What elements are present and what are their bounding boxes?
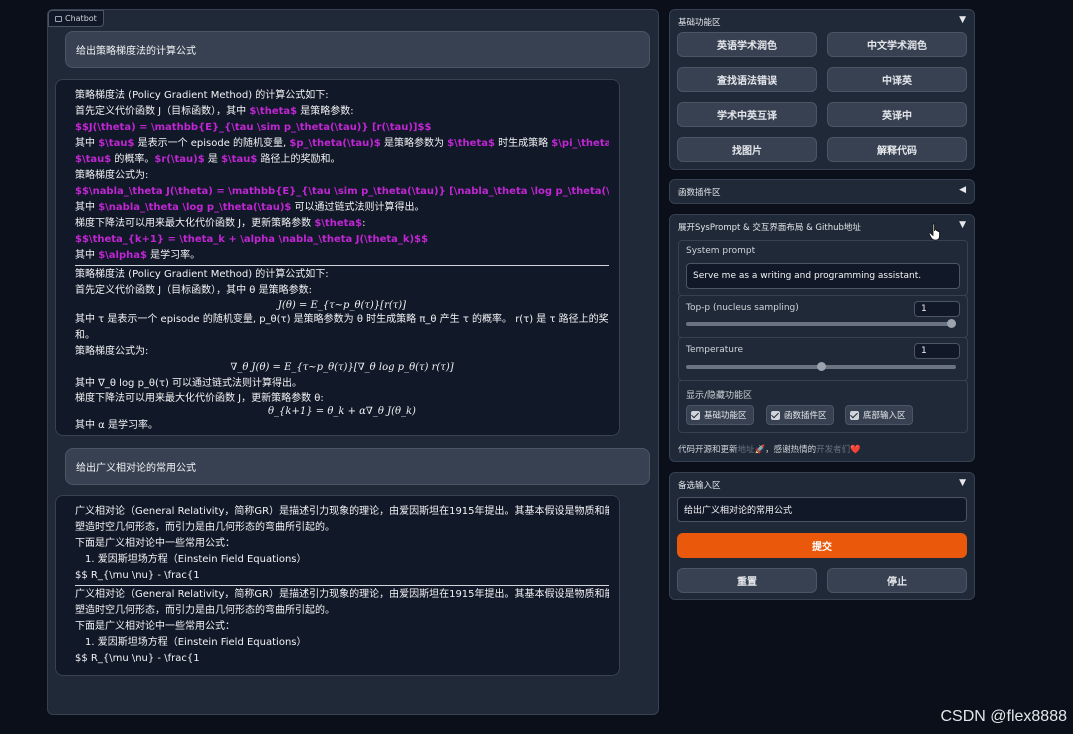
plugin-panel[interactable]: 函数插件区 ◀ — [669, 179, 975, 204]
footer-note: 代码开源和更新地址🚀，感谢热情的开发者们❤️ — [678, 445, 861, 455]
chat-icon — [55, 15, 62, 22]
top-p-slider-track[interactable] — [686, 322, 956, 326]
chatbot-tab: Chatbot — [48, 10, 104, 27]
user-message: 给出策略梯度法的计算公式 — [65, 31, 650, 68]
equation: θ_{k+1} = θ_k + α∇_θ J(θ_k) — [268, 406, 416, 417]
checkbox-checked-icon — [691, 410, 700, 420]
expand-caret-icon[interactable]: ◀ — [959, 185, 966, 195]
contributors-link[interactable]: 开发者们 — [816, 445, 850, 455]
divider — [75, 585, 609, 586]
top-p-slider-thumb[interactable] — [947, 319, 956, 328]
bot-message-policy-gradient: 策略梯度法 (Policy Gradient Method) 的计算公式如下: … — [55, 79, 620, 436]
checkbox-checked-icon — [850, 410, 859, 420]
hand-cursor-icon — [928, 223, 940, 241]
equation: J(θ) = E_{τ~p_θ(τ)}[r(τ)] — [277, 300, 407, 311]
user-message: 给出广义相对论的常用公式 — [65, 448, 650, 485]
top-p-block: Top-p (nucleus sampling) 1 — [678, 295, 968, 338]
temperature-slider-thumb[interactable] — [816, 362, 826, 371]
equation: ∇_θ J(θ) = E_{τ~p_θ(τ)}[∇_θ log p_θ(τ) r… — [230, 362, 454, 373]
repo-link[interactable]: 地址 — [738, 445, 755, 455]
collapse-caret-icon[interactable]: ▼ — [959, 478, 966, 488]
toggle-block: 显示/隐藏功能区 基础功能区 函数插件区 底部输入区 — [678, 380, 968, 433]
top-p-number[interactable]: 1 — [914, 301, 960, 317]
watermark: CSDN @flex8888 — [940, 708, 1067, 725]
alt-input-field[interactable]: 给出广义相对论的常用公式 — [677, 497, 967, 522]
sysprompt-panel: 展开SysPrompt & 交互界面布局 & Github地址 ▼ System… — [669, 214, 975, 462]
btn-explain-code[interactable]: 解释代码 — [827, 137, 967, 162]
btn-zh-to-en[interactable]: 中译英 — [827, 67, 967, 92]
checkbox-plugins[interactable]: 函数插件区 — [766, 405, 834, 425]
temperature-number[interactable]: 1 — [914, 343, 960, 359]
btn-chinese-polish[interactable]: 中文学术润色 — [827, 32, 967, 57]
btn-grammar-check[interactable]: 查找语法错误 — [677, 67, 817, 92]
btn-find-image[interactable]: 找图片 — [677, 137, 817, 162]
checkbox-basic-functions[interactable]: 基础功能区 — [686, 405, 754, 425]
submit-button[interactable]: 提交 — [677, 533, 967, 558]
system-prompt-block: System prompt Serve me as a writing and … — [678, 240, 968, 296]
collapse-caret-icon[interactable]: ▼ — [959, 15, 966, 25]
bot-message-relativity: 广义相对论（General Relativity，简称GR）是描述引力现象的理论… — [55, 495, 620, 676]
temperature-block: Temperature 1 — [678, 337, 968, 381]
checkbox-bottom-input[interactable]: 底部输入区 — [845, 405, 913, 425]
btn-academic-translate[interactable]: 学术中英互译 — [677, 102, 817, 127]
checkbox-checked-icon — [771, 410, 780, 420]
system-prompt-input[interactable]: Serve me as a writing and programming as… — [686, 263, 960, 289]
collapse-caret-icon[interactable]: ▼ — [959, 220, 966, 230]
heart-icon: ❤️ — [850, 445, 861, 455]
divider — [75, 265, 609, 266]
reset-button[interactable]: 重置 — [677, 568, 817, 593]
btn-en-to-zh[interactable]: 英译中 — [827, 102, 967, 127]
stop-button[interactable]: 停止 — [827, 568, 967, 593]
btn-english-polish[interactable]: 英语学术润色 — [677, 32, 817, 57]
